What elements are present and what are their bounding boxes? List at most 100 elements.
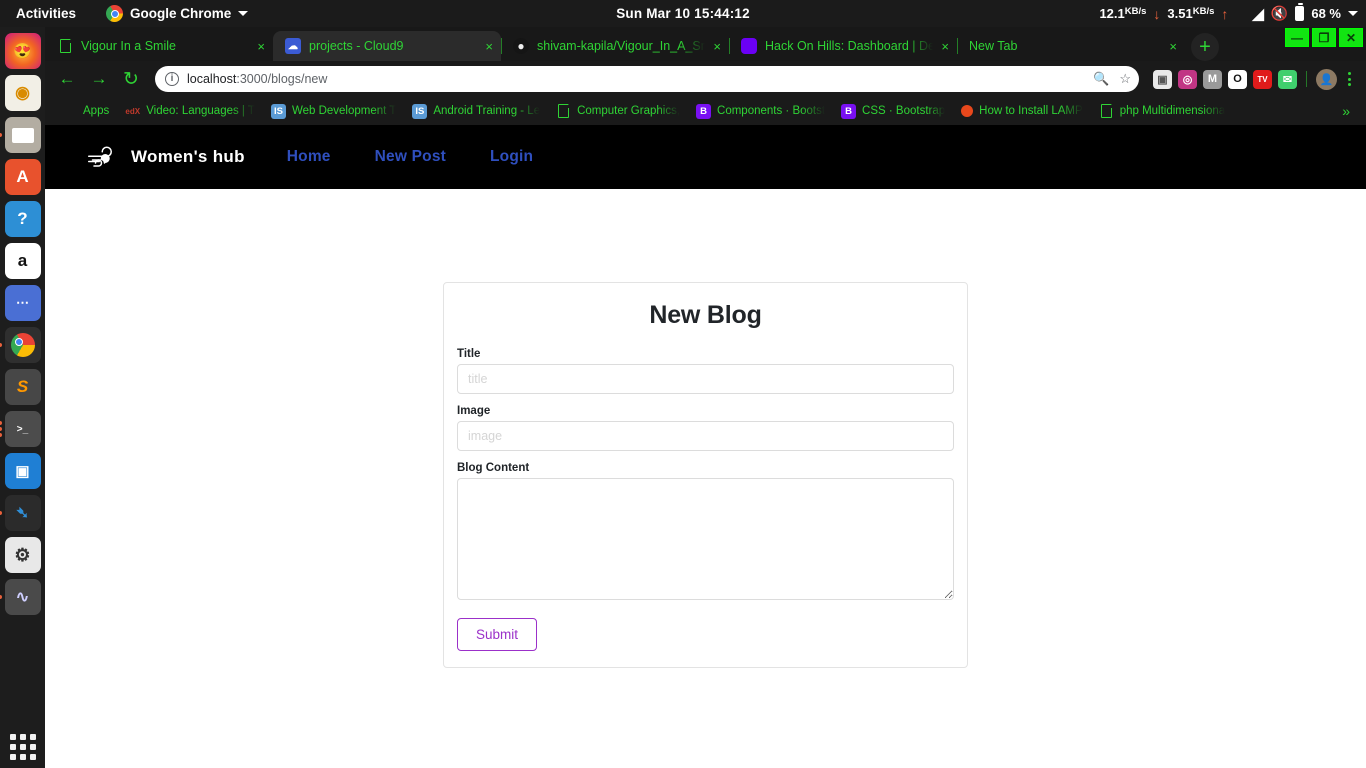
is-icon: IS bbox=[412, 103, 428, 119]
dock-item-settings[interactable]: ⚙ bbox=[4, 537, 41, 573]
circle-icon bbox=[961, 105, 974, 117]
toolbar-separator bbox=[1306, 71, 1307, 87]
dock-item-terminal[interactable]: >_ bbox=[0, 411, 41, 447]
address-bar[interactable]: i localhost:3000/blogs/new 🔍 ☆ bbox=[155, 66, 1139, 92]
tab-close-button[interactable]: × bbox=[941, 40, 949, 53]
browser-toolbar: ← → ↻ i localhost:3000/blogs/new 🔍 ☆ ▣ ◎… bbox=[45, 61, 1366, 97]
dock-item-software-center[interactable]: A bbox=[4, 159, 41, 195]
back-button[interactable]: ← bbox=[53, 65, 81, 93]
submit-button[interactable]: Submit bbox=[457, 618, 538, 651]
momentum-extension-icon[interactable]: M bbox=[1203, 69, 1222, 89]
bookmark-computer-graphics[interactable]: Computer Graphics, bbox=[549, 101, 687, 122]
profile-avatar[interactable]: 👤 bbox=[1316, 68, 1337, 90]
minimize-button[interactable]: — bbox=[1285, 28, 1309, 47]
dock-item-files[interactable] bbox=[0, 117, 41, 153]
grid-cell bbox=[29, 744, 36, 750]
document-icon bbox=[57, 38, 73, 54]
grid-cell bbox=[9, 744, 16, 750]
bookmark-apps[interactable]: Apps bbox=[55, 101, 116, 122]
dock-item-sublime-text[interactable]: S bbox=[4, 369, 41, 405]
dock-item-app-grid[interactable]: ⋯ bbox=[4, 285, 41, 321]
web-page-viewport: Women's hub Home New Post Login New Blog… bbox=[45, 125, 1366, 768]
grid-cell bbox=[19, 754, 26, 760]
volume-muted-icon[interactable]: 🔇 bbox=[1271, 5, 1288, 22]
battery-percent: 68 % bbox=[1311, 6, 1341, 21]
tab-title: New Tab bbox=[969, 39, 1018, 53]
tab-close-button[interactable]: × bbox=[485, 40, 493, 53]
tab-close-button[interactable]: × bbox=[1169, 40, 1177, 53]
firefox-icon: 😍 bbox=[13, 43, 32, 60]
running-indicator bbox=[0, 343, 2, 347]
edx-icon: edX bbox=[125, 106, 141, 116]
apps-grid-icon bbox=[62, 104, 77, 119]
nav-link-new-post[interactable]: New Post bbox=[375, 148, 446, 166]
kebab-menu-icon[interactable] bbox=[1341, 72, 1358, 86]
nav-link-home[interactable]: Home bbox=[287, 148, 331, 166]
new-tab-button[interactable]: + bbox=[1191, 33, 1219, 61]
bookmark-web-development[interactable]: IS Web Development T bbox=[264, 101, 403, 122]
dock-item-help[interactable]: ? bbox=[4, 201, 41, 237]
mail-extension-icon[interactable]: ✉ bbox=[1278, 69, 1297, 89]
grid-cell bbox=[19, 734, 26, 740]
opera-extension-icon[interactable]: O bbox=[1228, 69, 1247, 89]
site-navbar: Women's hub Home New Post Login bbox=[45, 125, 1366, 189]
instagram-extension-icon[interactable]: ◎ bbox=[1178, 69, 1197, 89]
bookmark-php-multidimensional[interactable]: php Multidimensiona bbox=[1092, 101, 1232, 122]
system-tray: 12.1KB/s ↓ 3.51KB/s ↑ ◢ 🔇 68 % bbox=[1099, 3, 1358, 23]
wifi-icon[interactable]: ◢ bbox=[1252, 5, 1264, 23]
dock-item-system-monitor[interactable]: ∿ bbox=[0, 579, 41, 615]
bookmark-bootstrap-css[interactable]: B CSS · Bootstrap bbox=[834, 101, 952, 122]
search-icon[interactable]: 🔍 bbox=[1093, 71, 1109, 87]
grid-cell bbox=[29, 734, 36, 740]
dock-item-amazon[interactable]: a bbox=[4, 243, 41, 279]
dock-item-google-chrome[interactable] bbox=[0, 327, 41, 363]
bookmark-label: Video: Languages | T bbox=[146, 105, 255, 117]
forward-button[interactable]: → bbox=[85, 65, 113, 93]
chrome-window: Vigour In a Smile × ☁ projects - Cloud9 … bbox=[45, 27, 1366, 768]
tab-close-button[interactable]: × bbox=[257, 40, 265, 53]
info-icon[interactable]: i bbox=[165, 72, 179, 86]
vmware-icon: ▣ bbox=[15, 463, 30, 480]
network-upload: 3.51KB/s bbox=[1167, 6, 1215, 21]
maximize-button[interactable]: ❐ bbox=[1312, 28, 1336, 47]
omnibox-actions: 🔍 ☆ bbox=[1093, 71, 1131, 87]
show-applications-button[interactable] bbox=[9, 734, 36, 760]
running-indicator bbox=[0, 511, 2, 515]
tv-extension-icon[interactable]: TV bbox=[1253, 69, 1272, 89]
bookmark-bootstrap-components[interactable]: B Components · Bootst bbox=[689, 101, 832, 122]
tab-title: Vigour In a Smile bbox=[81, 39, 176, 53]
dock-item-rhythmbox[interactable]: ◉ bbox=[4, 75, 41, 111]
system-menu-chevron-icon[interactable] bbox=[1348, 11, 1358, 16]
nav-link-login[interactable]: Login bbox=[490, 148, 533, 166]
box-extension-icon[interactable]: ▣ bbox=[1153, 69, 1172, 89]
browser-tab-1[interactable]: ☁ projects - Cloud9 × bbox=[273, 31, 502, 61]
browser-tab-0[interactable]: Vigour In a Smile × bbox=[45, 31, 273, 61]
dock-item-vmware[interactable]: ▣ bbox=[4, 453, 41, 489]
tab-title: Hack On Hills: Dashboard | Dev bbox=[765, 39, 934, 53]
browser-tab-4[interactable]: New Tab × bbox=[957, 31, 1185, 61]
reload-button[interactable]: ↻ bbox=[117, 65, 145, 93]
star-icon[interactable]: ☆ bbox=[1119, 71, 1131, 87]
site-brand[interactable]: Women's hub bbox=[85, 145, 245, 169]
title-input[interactable] bbox=[457, 364, 954, 394]
browser-tab-2[interactable]: ● shivam-kapila/Vigour_In_A_Smile × bbox=[501, 31, 730, 61]
wind-icon bbox=[88, 146, 112, 167]
document-icon bbox=[1099, 103, 1114, 119]
bookmark-label: CSS · Bootstrap bbox=[862, 105, 946, 117]
browser-tab-3[interactable]: Hack On Hills: Dashboard | Dev × bbox=[729, 31, 958, 61]
bookmark-android-training[interactable]: IS Android Training - Le bbox=[405, 101, 547, 122]
close-button[interactable]: ✕ bbox=[1339, 28, 1363, 47]
dock-item-vscode[interactable]: ➴ bbox=[0, 495, 41, 531]
bookmark-install-lamp[interactable]: How to Install LAMP bbox=[954, 102, 1090, 120]
tab-close-button[interactable]: × bbox=[713, 40, 721, 53]
blog-content-textarea[interactable] bbox=[457, 478, 954, 600]
dock-item-firefox[interactable]: 😍 bbox=[4, 33, 41, 69]
image-input[interactable] bbox=[457, 421, 954, 451]
running-indicator bbox=[0, 421, 2, 425]
page-title: New Blog bbox=[649, 301, 762, 329]
bookmark-label: Web Development T bbox=[291, 105, 397, 117]
grid-cell bbox=[9, 734, 16, 740]
battery-icon bbox=[1295, 3, 1305, 21]
bookmarks-overflow-button[interactable]: » bbox=[1336, 103, 1356, 119]
bookmark-edx[interactable]: edX Video: Languages | T bbox=[118, 101, 262, 122]
